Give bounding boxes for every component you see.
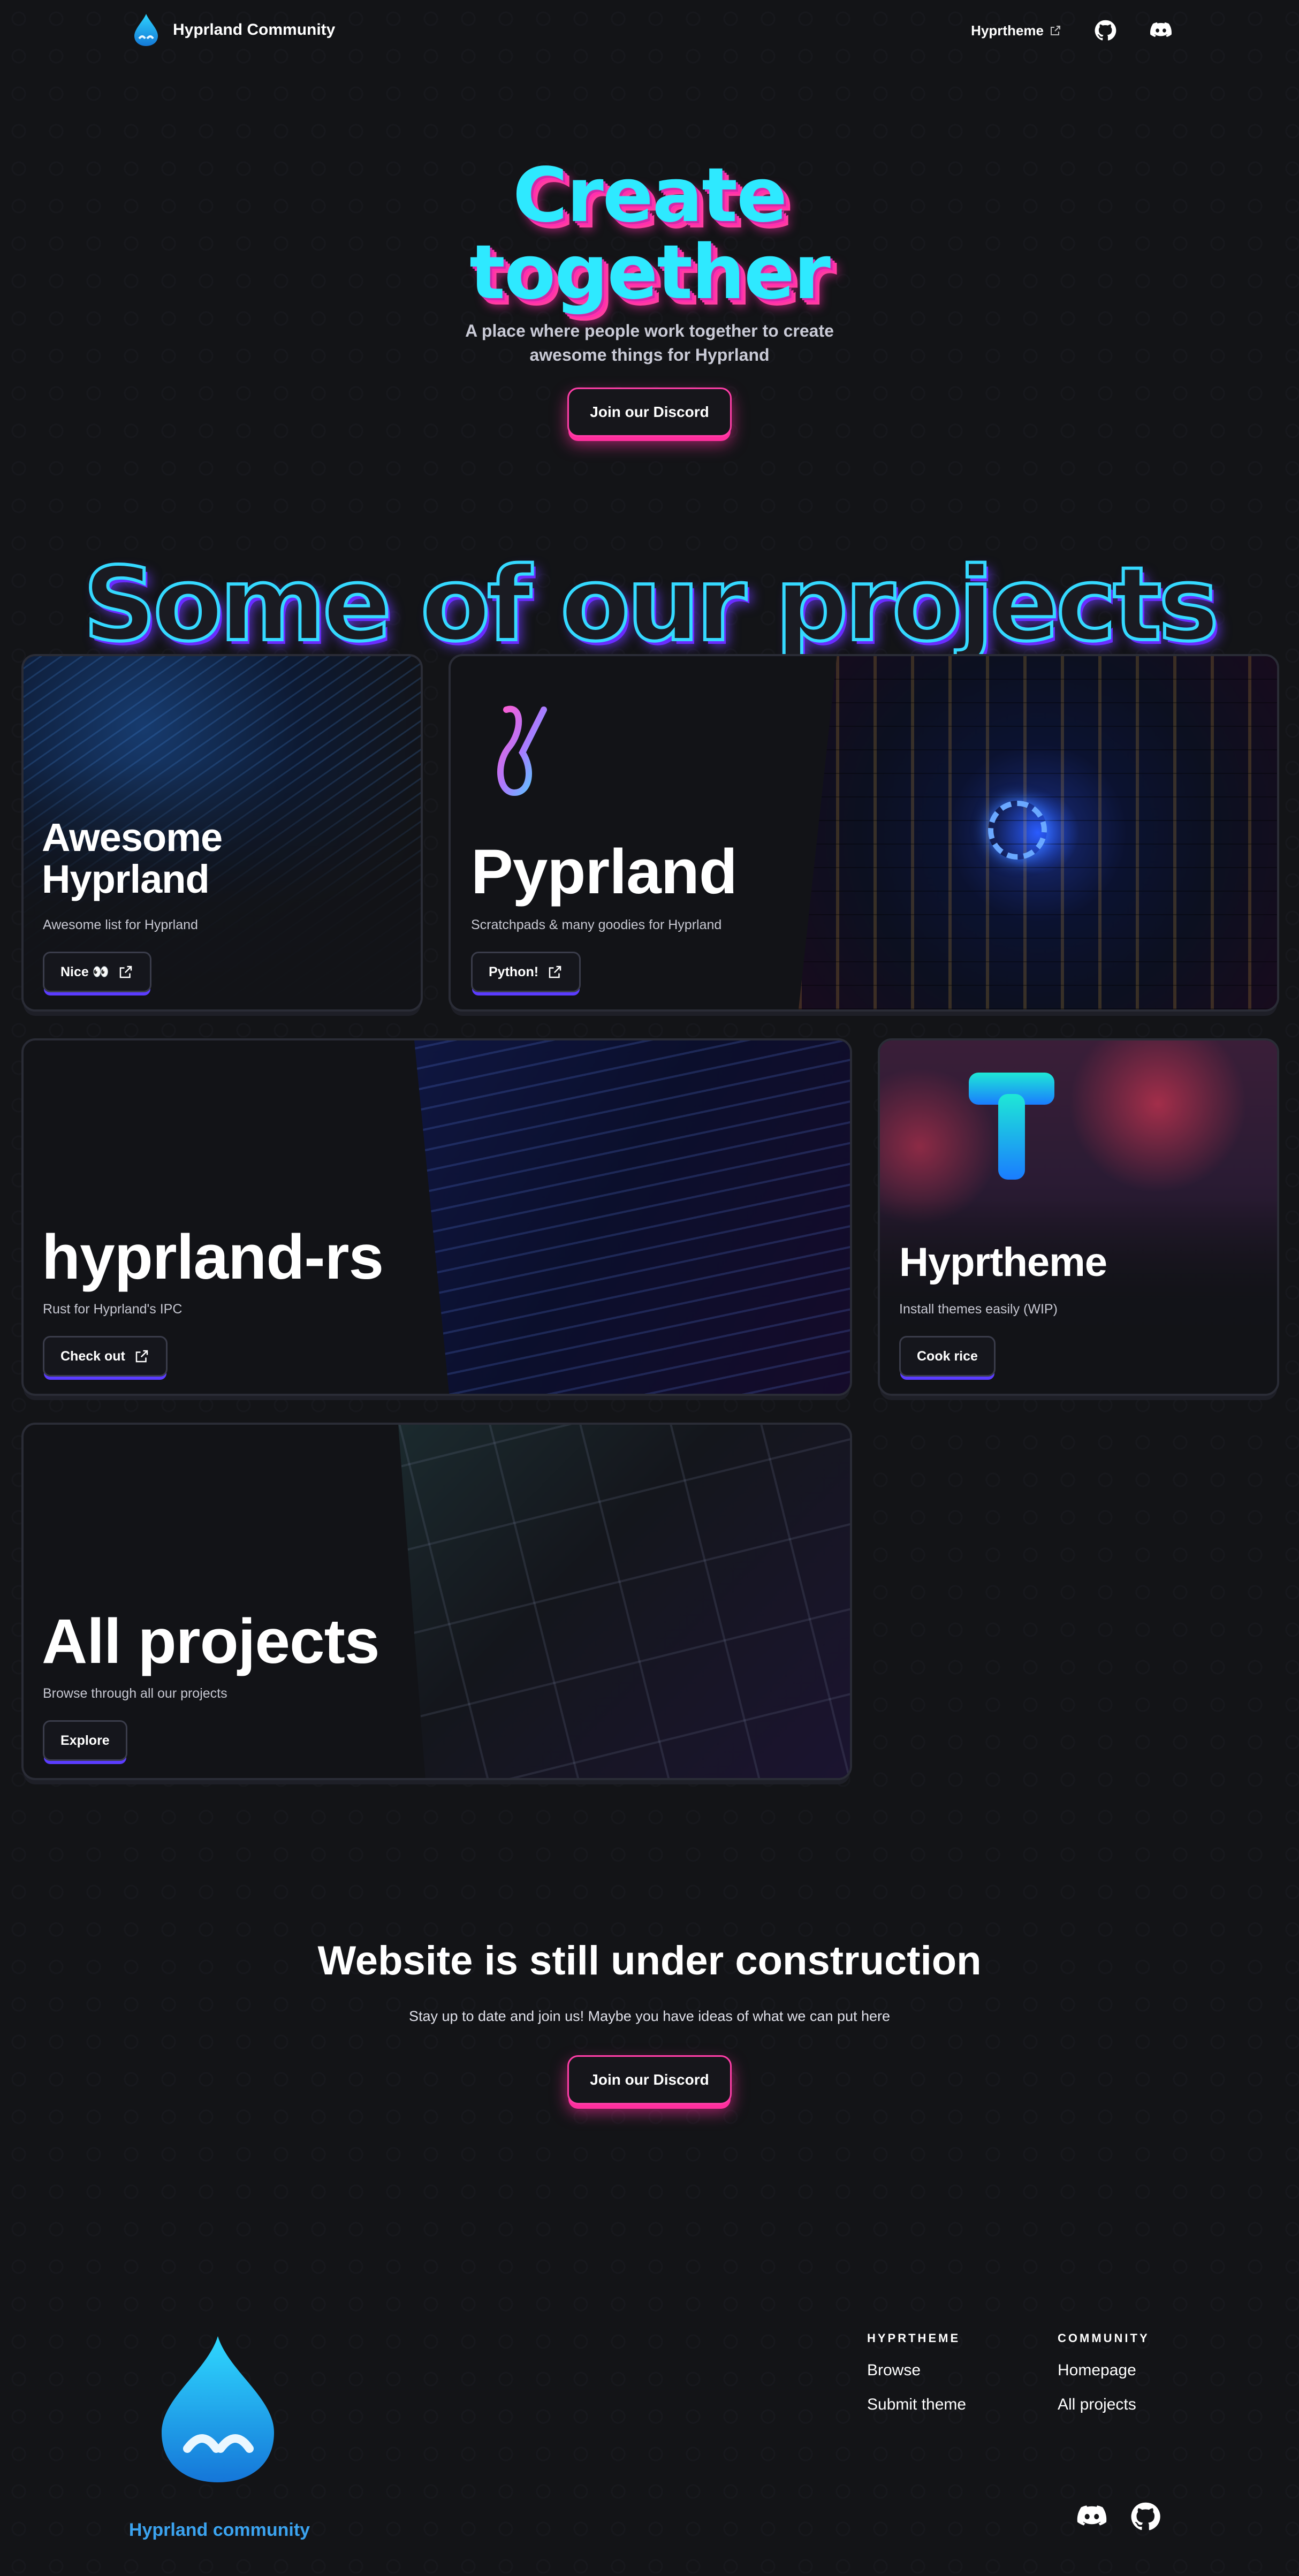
hero-subtitle-line2: awesome things for Hyprland [529, 345, 770, 364]
card-description: Scratchpads & many goodies for Hyprland [471, 917, 722, 932]
card-title: Pyprland [471, 837, 738, 907]
footer-column-heading: HYPRTHEME [867, 2331, 961, 2345]
card-title-line2: Hyprland [42, 857, 210, 901]
external-link-icon [119, 966, 132, 978]
hero-subtitle: A place where people work together to cr… [0, 319, 1299, 367]
pyprland-logo-icon [497, 705, 547, 796]
footer-brand-name: Hyprland community [128, 2520, 310, 2540]
construction-subtitle: Stay up to date and join us! Maybe you h… [408, 2008, 891, 2024]
card-background-image [414, 1040, 850, 1394]
footer-link-all-projects[interactable]: All projects [1058, 2396, 1150, 2414]
card-art-ring [988, 801, 1047, 860]
project-card-pyprland: Pyprland Scratchpads & many goodies for … [449, 654, 1279, 1012]
button-label: Check out [60, 1348, 125, 1364]
footer-social-icons [1076, 2501, 1161, 2533]
github-icon[interactable] [1093, 18, 1118, 43]
external-link-icon [549, 966, 561, 978]
explore-button[interactable]: Explore [43, 1720, 127, 1761]
footer-column-community: COMMUNITY Homepage All projects [1058, 2331, 1150, 2430]
project-card-hyprland-rs: hyprland-rs Rust for Hyprland's IPC Chec… [21, 1038, 852, 1396]
project-card-awesome-hyprland: Awesome Hyprland Awesome list for Hyprla… [21, 654, 423, 1012]
join-discord-button-bottom[interactable]: Join our Discord [567, 2055, 732, 2104]
project-card-all-projects: All projects Browse through all our proj… [21, 1423, 852, 1780]
external-link-icon [135, 1350, 148, 1363]
card-title: All projects [42, 1606, 380, 1677]
nav-link-hyprtheme[interactable]: Hyprtheme [971, 22, 1062, 39]
footer-link-homepage[interactable]: Homepage [1058, 2361, 1150, 2380]
hyprland-logo-icon [162, 2336, 274, 2482]
github-icon[interactable] [1129, 2501, 1161, 2533]
project-card-hyprtheme: Hyprtheme Install themes easily (WIP) Co… [878, 1038, 1279, 1396]
button-label: Nice 👀 [60, 964, 109, 979]
nav-links: Hyprtheme [971, 18, 1173, 43]
button-label: Explore [60, 1732, 110, 1748]
brand-name: Hyprland Community [173, 21, 336, 39]
external-link-icon [1051, 26, 1060, 35]
check-out-button[interactable]: Check out [43, 1336, 168, 1377]
hero-title-line1: Create [512, 152, 787, 239]
button-label: Cook rice [917, 1348, 978, 1364]
projects-heading: Some of our projects [81, 545, 1220, 664]
footer-column-hyprtheme: HYPRTHEME Browse Submit theme [867, 2331, 966, 2430]
card-title: Hyprtheme [899, 1240, 1107, 1285]
hyprland-logo-icon [134, 14, 158, 46]
footer-link-browse[interactable]: Browse [867, 2361, 966, 2380]
footer-link-submit-theme[interactable]: Submit theme [867, 2396, 966, 2414]
discord-icon[interactable] [1076, 2501, 1108, 2533]
hero-title-line2: together [469, 229, 831, 316]
card-title: hyprland-rs [42, 1222, 384, 1293]
card-background-image [398, 1425, 850, 1778]
brand-link[interactable]: Hyprland Community [131, 13, 335, 47]
hero-subtitle-line1: A place where people work together to cr… [465, 321, 834, 340]
join-discord-button[interactable]: Join our Discord [567, 387, 732, 437]
button-label: Python! [489, 964, 539, 979]
footer-column-heading: COMMUNITY [1058, 2331, 1150, 2345]
card-description: Install themes easily (WIP) [899, 1302, 1058, 1317]
python-button[interactable]: Python! [471, 952, 581, 992]
card-title: Awesome Hyprland [42, 815, 223, 901]
nice-button[interactable]: Nice 👀 [43, 952, 151, 992]
cook-rice-button[interactable]: Cook rice [899, 1336, 996, 1377]
construction-title: Website is still under construction [317, 1938, 982, 1984]
nav-link-label: Hyprtheme [971, 22, 1044, 39]
card-description: Browse through all our projects [43, 1686, 227, 1701]
top-nav: Hyprland Community Hyprtheme [0, 0, 1299, 60]
card-title-line1: Awesome [42, 815, 223, 860]
discord-icon[interactable] [1149, 18, 1173, 43]
card-description: Rust for Hyprland's IPC [43, 1302, 183, 1317]
card-description: Awesome list for Hyprland [43, 917, 198, 932]
